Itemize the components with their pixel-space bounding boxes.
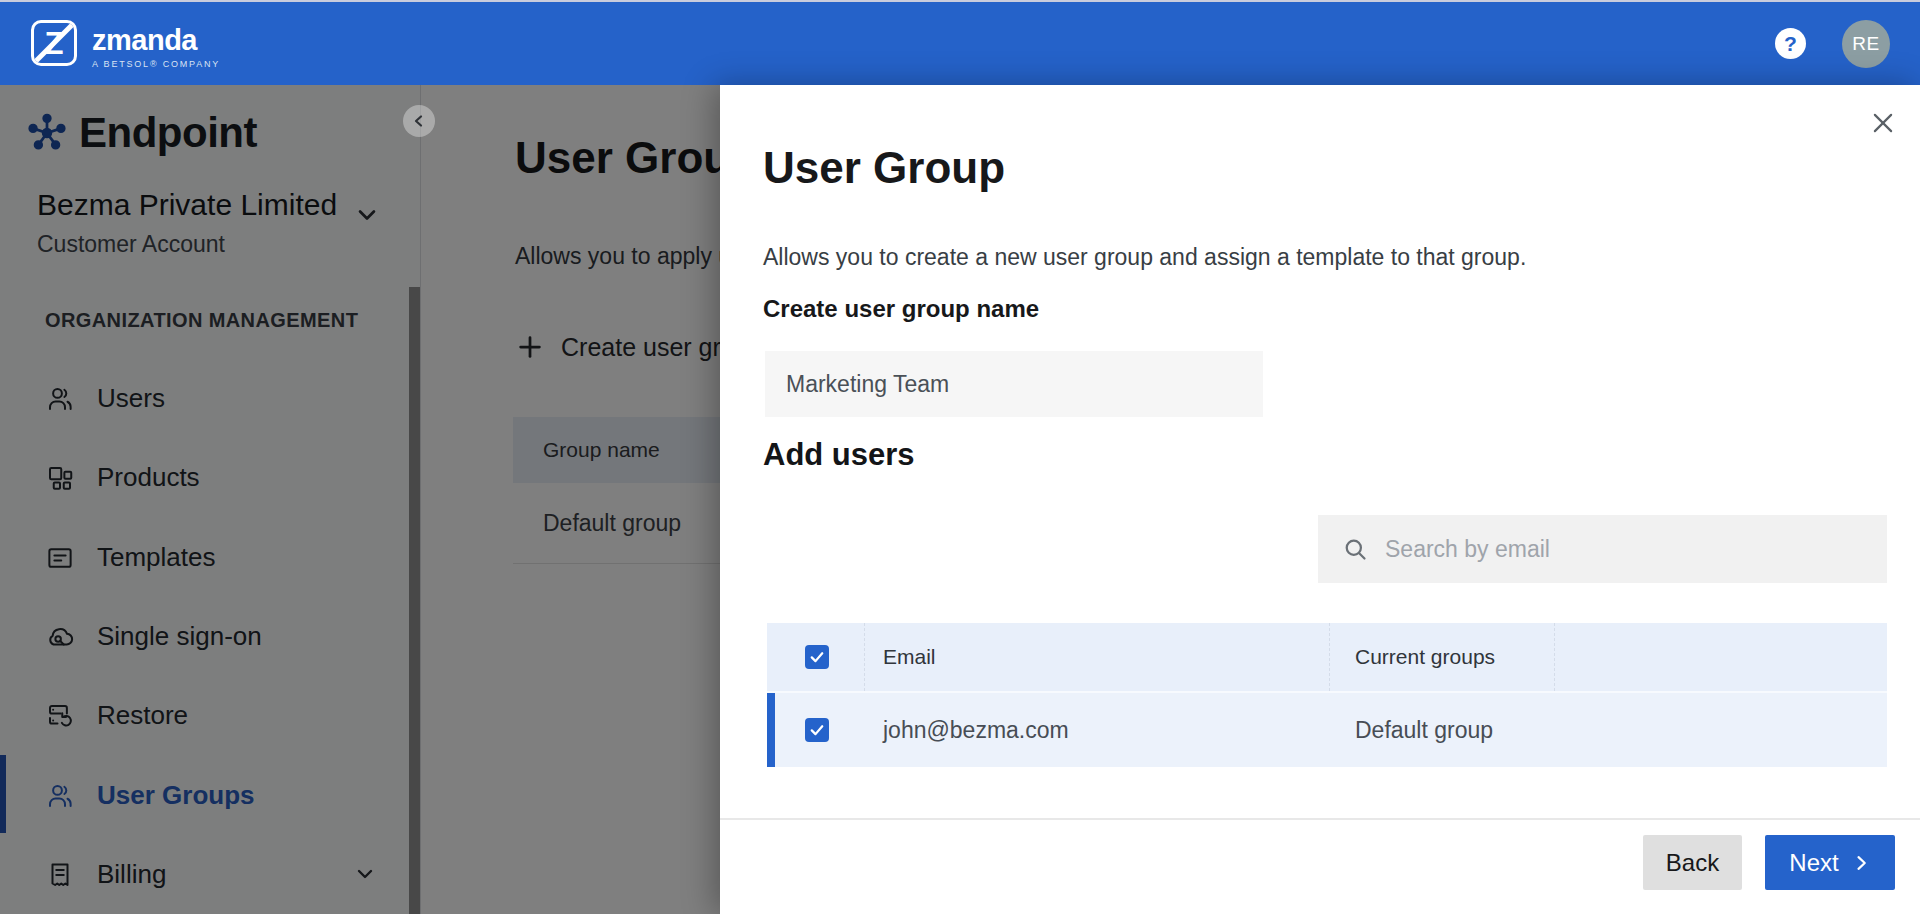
help-button[interactable]: ? [1775, 28, 1806, 59]
search-box [1318, 515, 1887, 583]
next-button[interactable]: Next [1765, 835, 1895, 890]
modal-description: Allows you to create a new user group an… [763, 244, 1526, 271]
chevron-left-icon [411, 113, 427, 129]
selected-row-indicator [767, 693, 775, 767]
user-row[interactable]: john@bezma.com Default group [767, 693, 1887, 767]
brand-block: zmanda A BETSOL® COMPANY [92, 26, 220, 69]
help-icon: ? [1784, 32, 1797, 56]
back-button[interactable]: Back [1643, 835, 1742, 890]
chevron-right-icon [1851, 853, 1871, 873]
add-users-heading: Add users [763, 437, 915, 473]
row-spacer-cell [1555, 693, 1887, 767]
header-email-cell: Email [865, 623, 1330, 691]
sidebar-collapse-button[interactable] [403, 105, 435, 137]
user-current-groups: Default group [1355, 717, 1493, 744]
header-spacer-cell [1555, 623, 1887, 691]
email-column-header: Email [883, 645, 936, 669]
user-email: john@bezma.com [883, 717, 1069, 744]
zmanda-logo-letter: Z [45, 28, 64, 59]
search-icon [1342, 536, 1369, 563]
top-navigation-bar: Z zmanda A BETSOL® COMPANY ? RE [0, 2, 1920, 85]
add-users-table-header: Email Current groups [767, 623, 1887, 693]
group-name-input[interactable] [765, 351, 1263, 417]
zmanda-logo-icon: Z [31, 20, 77, 66]
check-icon [808, 648, 826, 666]
row-email-cell: john@bezma.com [865, 693, 1330, 767]
header-checkbox-cell [767, 623, 865, 691]
row-groups-cell: Default group [1330, 693, 1555, 767]
row-checkbox-cell [767, 693, 865, 767]
modal-title: User Group [763, 143, 1005, 193]
avatar-initials: RE [1852, 33, 1879, 55]
add-users-table: Email Current groups john@bezma.com Defa… [767, 623, 1887, 767]
brand-tagline: A BETSOL® COMPANY [92, 59, 220, 69]
workspace: Endpoint Bezma Private Limited Customer … [0, 85, 1920, 914]
user-group-modal: User Group Allows you to create a new us… [720, 85, 1920, 914]
row-checkbox[interactable] [805, 718, 829, 742]
footer-divider [720, 818, 1920, 820]
check-icon [808, 721, 826, 739]
group-name-label: Create user group name [763, 295, 1039, 323]
groups-column-header: Current groups [1355, 645, 1495, 669]
avatar[interactable]: RE [1842, 20, 1890, 68]
select-all-checkbox[interactable] [805, 645, 829, 669]
brand-name: zmanda [92, 26, 220, 55]
next-button-label: Next [1789, 849, 1838, 877]
header-groups-cell: Current groups [1330, 623, 1555, 691]
search-input[interactable] [1369, 515, 1887, 583]
close-icon[interactable] [1870, 110, 1896, 136]
